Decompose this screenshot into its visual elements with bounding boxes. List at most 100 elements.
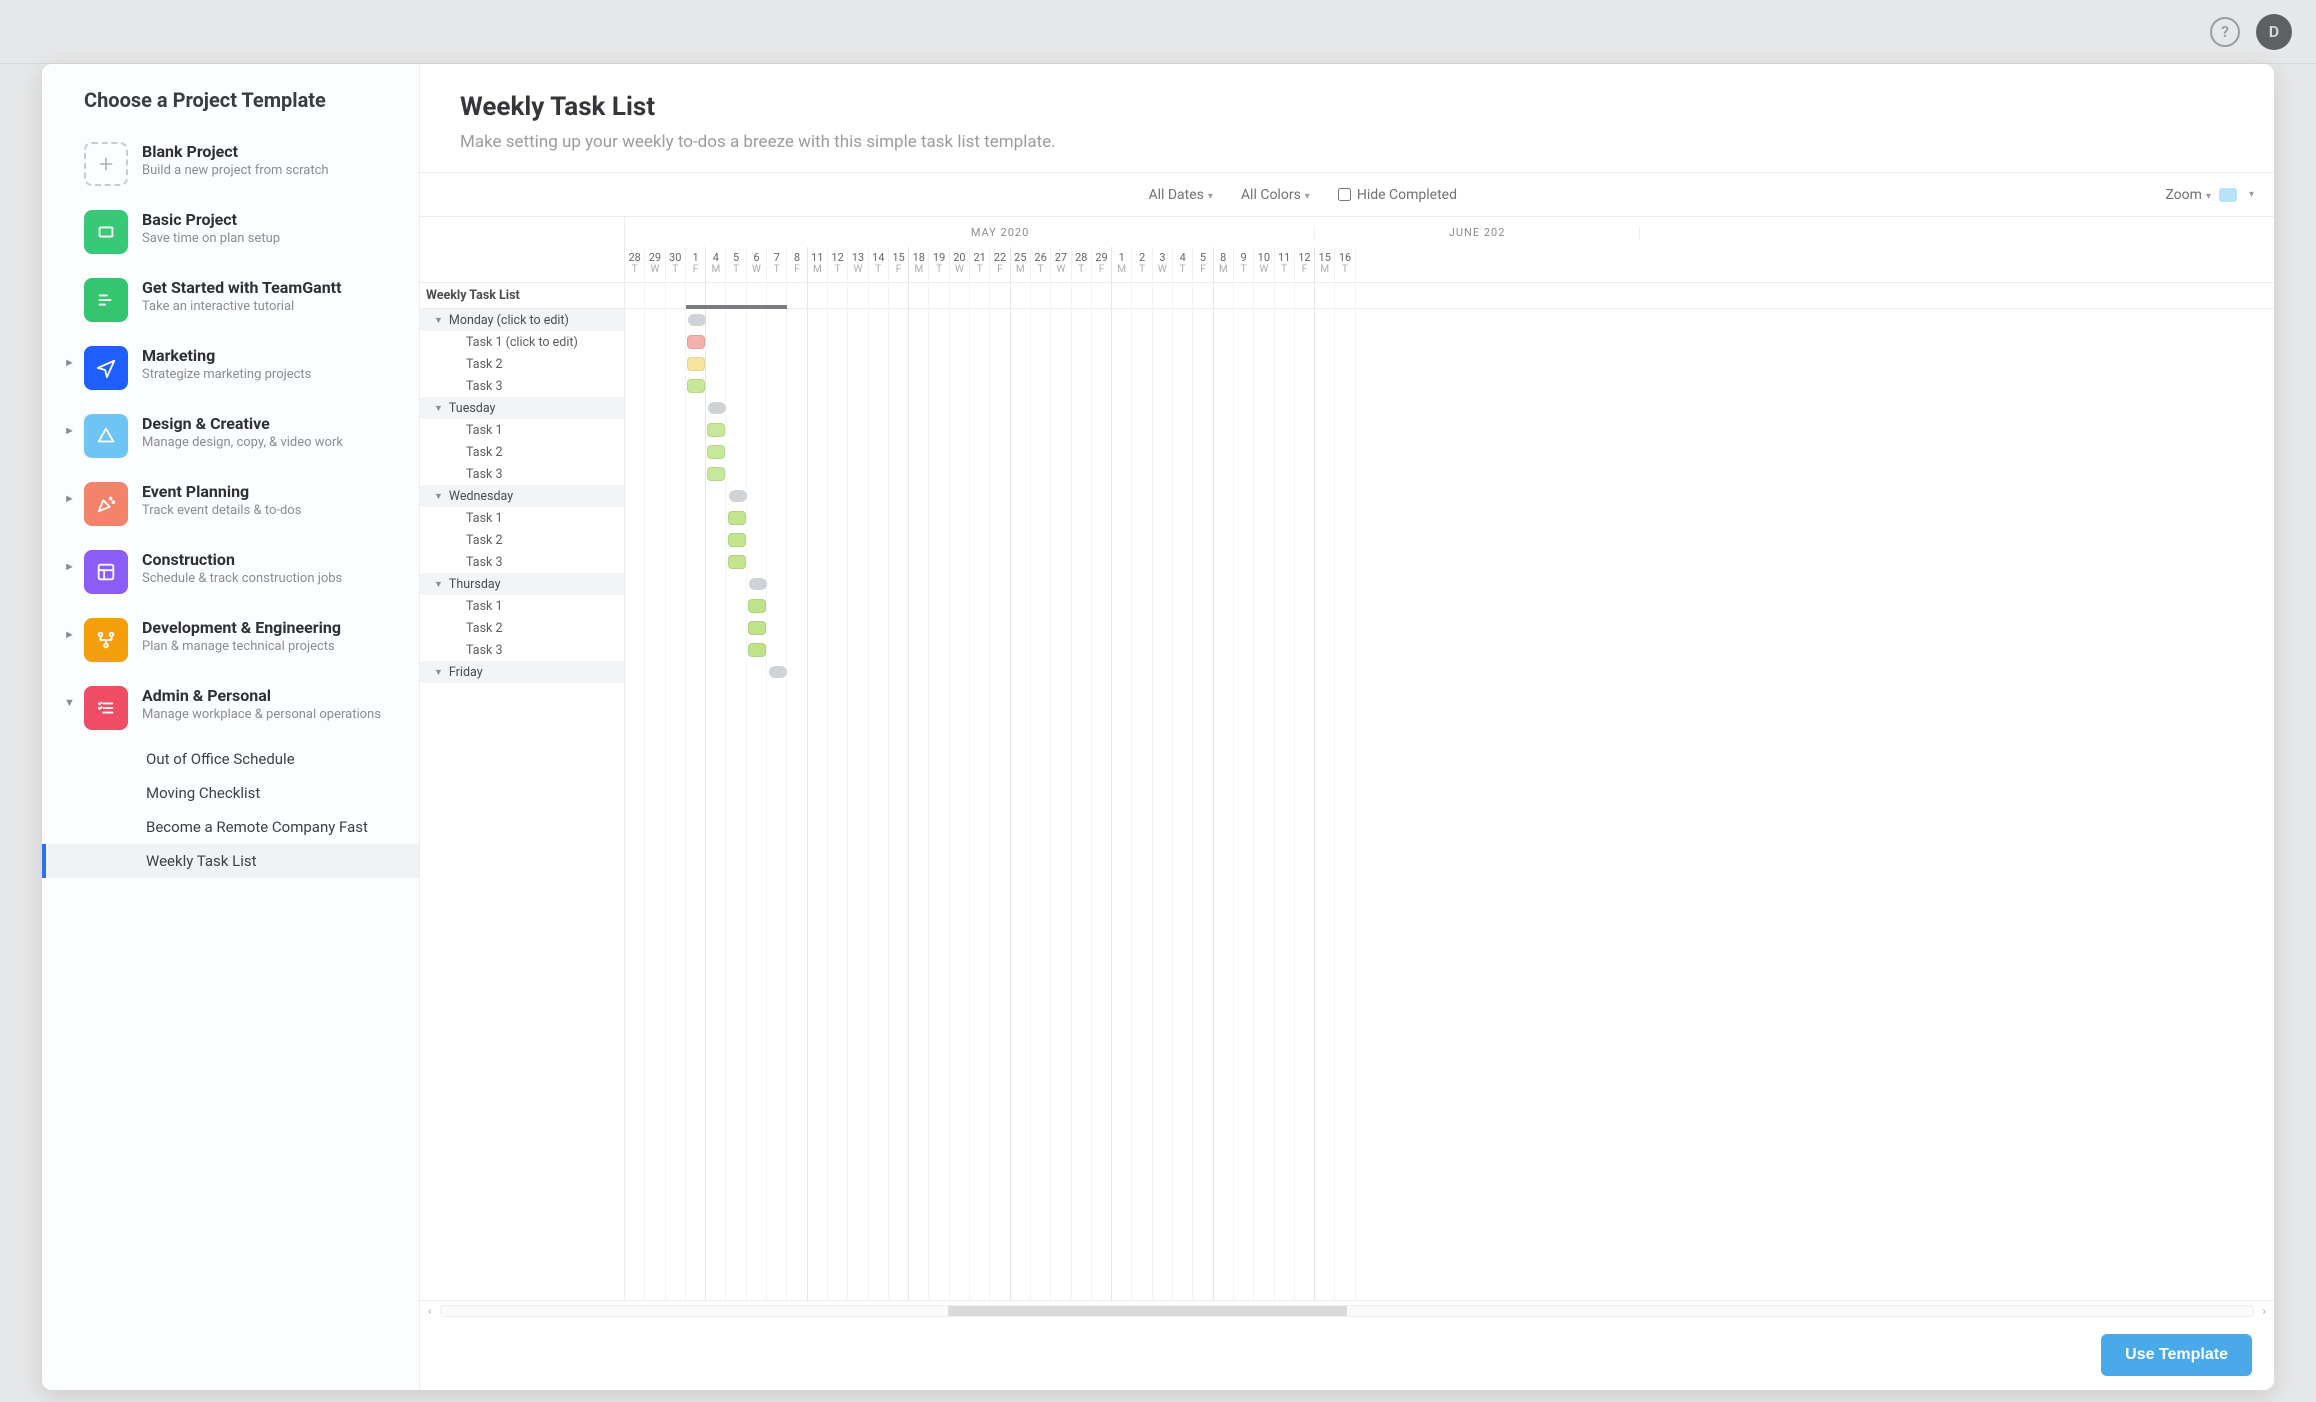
gantt-task-bar[interactable] xyxy=(728,533,746,547)
collapse-icon[interactable]: ▼ xyxy=(434,491,443,502)
gantt-task-bar[interactable] xyxy=(748,621,766,635)
day-cell: 8F xyxy=(787,247,807,282)
gantt-group-bar[interactable] xyxy=(708,402,726,414)
sub-template-item[interactable]: Weekly Task List xyxy=(42,844,419,878)
gantt-task-bar[interactable] xyxy=(707,423,725,437)
gantt-task-label[interactable]: Task 1 xyxy=(420,419,624,441)
expand-icon[interactable]: ► xyxy=(64,424,78,437)
day-cell: 5T xyxy=(726,247,746,282)
gantt-group[interactable]: ▼Thursday xyxy=(420,573,624,595)
template-category[interactable]: ▼ Admin & Personal Manage workplace & pe… xyxy=(42,674,419,742)
template-title: Design & Creative xyxy=(142,414,407,433)
template-title: Get Started with TeamGantt xyxy=(142,278,407,297)
template-title: Construction xyxy=(142,550,407,569)
collapse-icon[interactable]: ▼ xyxy=(434,403,443,414)
day-cell: 12T xyxy=(828,247,848,282)
gantt-task-label[interactable]: Task 3 xyxy=(420,551,624,573)
template-category[interactable]: ► Development & Engineering Plan & manag… xyxy=(42,606,419,674)
template-subtitle: Take an interactive tutorial xyxy=(142,299,407,314)
gantt-task-label[interactable]: Task 1 (click to edit) xyxy=(420,331,624,353)
day-cell: 28T xyxy=(1072,247,1092,282)
scroll-track[interactable] xyxy=(440,1305,2255,1317)
gantt-task-bar[interactable] xyxy=(687,357,705,371)
gantt-task-label[interactable]: Task 1 xyxy=(420,595,624,617)
collapse-icon[interactable]: ▼ xyxy=(434,315,443,326)
day-cell: 12F xyxy=(1295,247,1315,282)
template-subtitle: Track event details & to-dos xyxy=(142,503,407,518)
gantt-group[interactable]: ▼Friday xyxy=(420,661,624,683)
template-modal: Choose a Project Template ► Blank Projec… xyxy=(42,64,2274,1390)
template-title: Blank Project xyxy=(142,142,407,161)
gantt-task-label[interactable]: Task 2 xyxy=(420,353,624,375)
day-cell: 4T xyxy=(1173,247,1193,282)
gantt-task-bar[interactable] xyxy=(707,445,725,459)
checklist-icon xyxy=(84,686,128,730)
template-category[interactable]: ► Construction Schedule & track construc… xyxy=(42,538,419,606)
zoom-control[interactable]: Zoom▾ xyxy=(2165,187,2211,203)
sub-template-item[interactable]: Out of Office Schedule xyxy=(146,742,419,776)
chevron-down-icon[interactable]: ▾ xyxy=(2249,189,2254,200)
day-cell: 22F xyxy=(990,247,1010,282)
scroll-thumb[interactable] xyxy=(948,1306,1347,1316)
gantt-task-bar[interactable] xyxy=(728,511,746,525)
filter-colors[interactable]: All Colors▾ xyxy=(1241,187,1310,203)
gantt-task-label[interactable]: Task 1 xyxy=(420,507,624,529)
template-category[interactable]: ► Event Planning Track event details & t… xyxy=(42,470,419,538)
gantt-task-label[interactable]: Task 3 xyxy=(420,639,624,661)
collapse-icon[interactable]: ▼ xyxy=(434,579,443,590)
template-category[interactable]: ► Blank Project Build a new project from… xyxy=(42,130,419,198)
gantt-group[interactable]: ▼Monday (click to edit) xyxy=(420,309,624,331)
hide-completed-checkbox[interactable] xyxy=(1338,188,1351,201)
use-template-button[interactable]: Use Template xyxy=(2101,1334,2252,1376)
template-subtitle: Build a new project from scratch xyxy=(142,163,407,178)
expand-icon[interactable]: ► xyxy=(64,560,78,573)
expand-icon[interactable]: ► xyxy=(64,628,78,641)
gantt-task-label[interactable]: Task 2 xyxy=(420,617,624,639)
template-subtitle: Schedule & track construction jobs xyxy=(142,571,407,586)
scroll-right-icon[interactable]: › xyxy=(2262,1304,2266,1318)
avatar[interactable]: D xyxy=(2256,14,2292,50)
template-title: Weekly Task List xyxy=(460,92,2234,122)
gantt-task-label[interactable]: Task 3 xyxy=(420,463,624,485)
horizontal-scrollbar[interactable]: ‹ › xyxy=(420,1300,2274,1320)
sub-template-item[interactable]: Moving Checklist xyxy=(146,776,419,810)
gantt-task-bar[interactable] xyxy=(748,599,766,613)
gantt-group-bar[interactable] xyxy=(729,490,747,502)
collapse-icon[interactable]: ▼ xyxy=(434,667,443,678)
gantt-task-bar[interactable] xyxy=(707,467,725,481)
gantt-group-bar[interactable] xyxy=(749,578,767,590)
gantt-group[interactable]: ▼Tuesday xyxy=(420,397,624,419)
filter-dates[interactable]: All Dates▾ xyxy=(1148,187,1212,203)
gantt-group-bar[interactable] xyxy=(688,314,706,326)
expand-icon[interactable]: ► xyxy=(64,356,78,369)
gantt-group-bar[interactable] xyxy=(769,666,787,678)
template-category[interactable]: ► Marketing Strategize marketing project… xyxy=(42,334,419,402)
template-title: Development & Engineering xyxy=(142,618,407,637)
template-category[interactable]: ► Basic Project Save time on plan setup xyxy=(42,198,419,266)
template-category[interactable]: ► Get Started with TeamGantt Take an int… xyxy=(42,266,419,334)
confetti-icon xyxy=(84,482,128,526)
day-cell: 2T xyxy=(1132,247,1152,282)
gantt-project-name: Weekly Task List xyxy=(420,283,624,309)
day-cell: 13W xyxy=(848,247,868,282)
gantt-task-bar[interactable] xyxy=(687,379,705,393)
day-cell: 8M xyxy=(1214,247,1234,282)
template-title: Event Planning xyxy=(142,482,407,501)
template-subtitle: Save time on plan setup xyxy=(142,231,407,246)
gantt-task-bar[interactable] xyxy=(687,335,705,349)
expand-icon[interactable]: ▼ xyxy=(64,696,78,709)
template-title: Basic Project xyxy=(142,210,407,229)
gantt-task-label[interactable]: Task 2 xyxy=(420,529,624,551)
gantt-group[interactable]: ▼Wednesday xyxy=(420,485,624,507)
sub-template-item[interactable]: Become a Remote Company Fast xyxy=(146,810,419,844)
gantt-task-label[interactable]: Task 2 xyxy=(420,441,624,463)
filter-hide-completed[interactable]: Hide Completed xyxy=(1338,187,1457,203)
help-icon[interactable]: ? xyxy=(2210,17,2240,47)
gantt-task-label[interactable]: Task 3 xyxy=(420,375,624,397)
template-category[interactable]: ► Design & Creative Manage design, copy,… xyxy=(42,402,419,470)
expand-icon[interactable]: ► xyxy=(64,492,78,505)
template-subtitle: Manage design, copy, & video work xyxy=(142,435,407,450)
gantt-task-bar[interactable] xyxy=(748,643,766,657)
scroll-left-icon[interactable]: ‹ xyxy=(428,1304,432,1318)
gantt-task-bar[interactable] xyxy=(728,555,746,569)
